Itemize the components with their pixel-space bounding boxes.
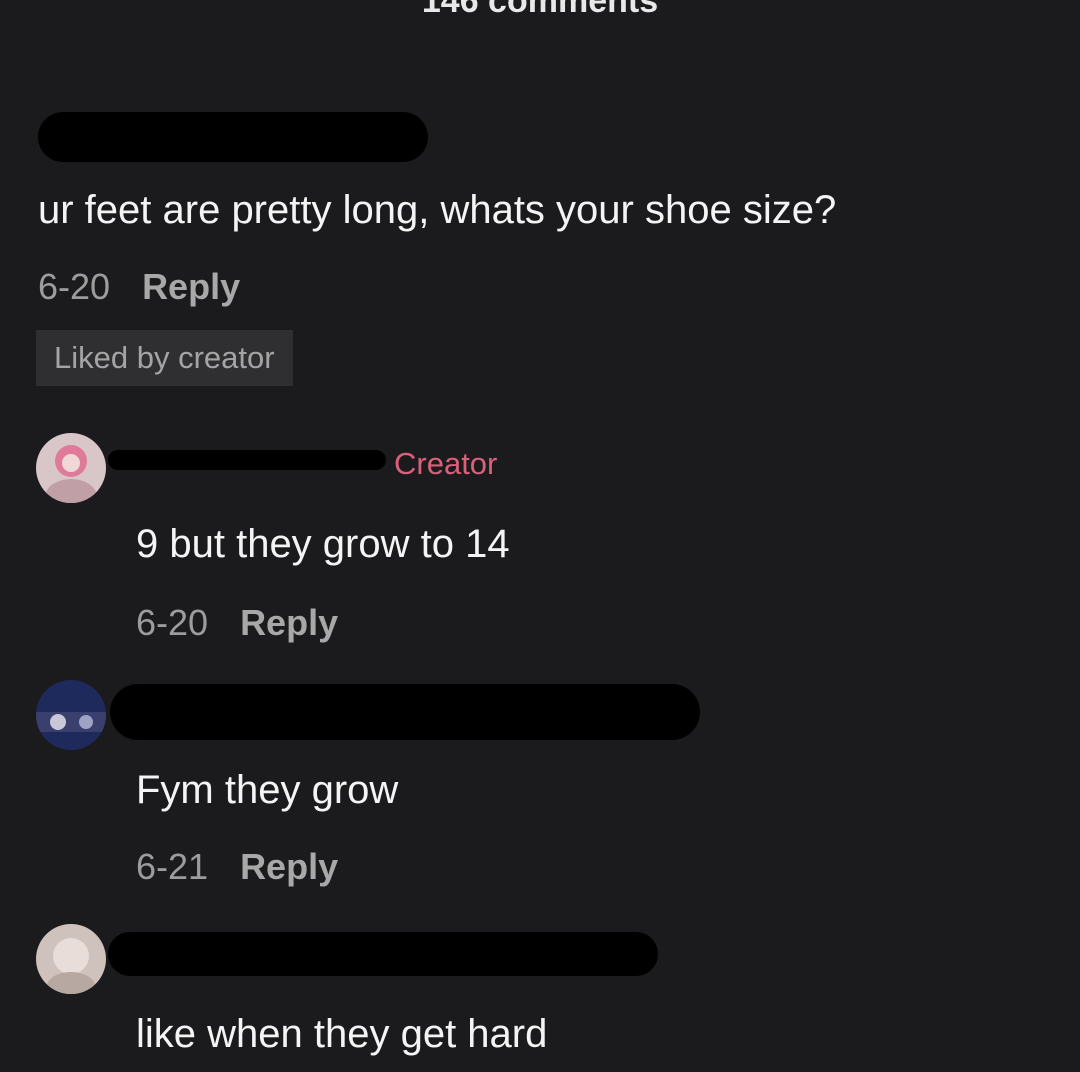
redaction-mark-3 xyxy=(110,684,700,740)
comment-4-avatar[interactable] xyxy=(36,924,106,994)
redaction-mark-4 xyxy=(108,932,658,976)
comment-3-meta: 6-21 Reply xyxy=(136,846,338,888)
avatar-image-icon xyxy=(36,680,106,750)
redaction-mark-1 xyxy=(38,112,428,162)
comment-3-reply-button[interactable]: Reply xyxy=(240,846,338,888)
comment-2-avatar[interactable] xyxy=(36,433,106,503)
comment-3-text: Fym they grow xyxy=(136,768,399,812)
redaction-mark-2 xyxy=(108,450,386,470)
comment-4-text: like when they get hard xyxy=(136,1012,548,1056)
comment-1-meta: 6-20 Reply xyxy=(38,266,240,308)
comment-1-text: ur feet are pretty long, whats your shoe… xyxy=(38,188,837,232)
comment-1-reply-button[interactable]: Reply xyxy=(142,266,240,308)
liked-by-creator-badge: Liked by creator xyxy=(36,330,293,386)
comment-3-date: 6-21 xyxy=(136,846,209,887)
avatar-image-icon xyxy=(36,433,106,503)
comments-count-title: 146 comments xyxy=(421,0,659,20)
creator-tag: Creator xyxy=(394,446,498,481)
comment-3-avatar[interactable] xyxy=(36,680,106,750)
comment-2-meta: 6-20 Reply xyxy=(136,602,338,644)
comment-1-date: 6-20 xyxy=(38,266,111,307)
comment-2-date: 6-20 xyxy=(136,602,209,643)
comment-2-text: 9 but they grow to 14 xyxy=(136,522,510,566)
comment-2-reply-button[interactable]: Reply xyxy=(240,602,338,644)
avatar-image-icon xyxy=(36,924,106,994)
